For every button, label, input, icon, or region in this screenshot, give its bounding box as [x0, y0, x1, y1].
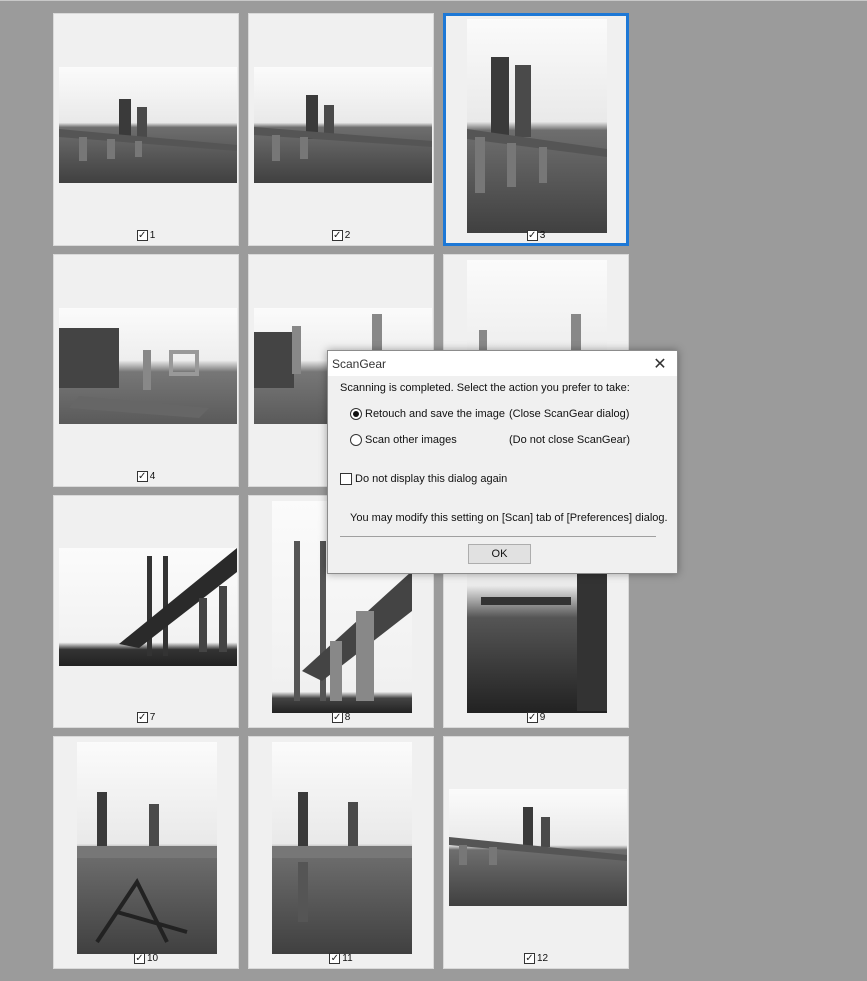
- thumbnail-caption: ✓ 1: [54, 229, 238, 242]
- thumbnail-number: 4: [149, 471, 156, 482]
- scan-thumbnail-11[interactable]: ✓ 11: [248, 736, 434, 969]
- thumbnail-number: 12: [536, 953, 549, 964]
- thumbnail-checkbox[interactable]: ✓: [331, 230, 343, 241]
- thumbnail-number: 9: [539, 712, 546, 723]
- thumbnail-number: 2: [344, 230, 351, 241]
- dialog-title: ScanGear: [332, 356, 387, 371]
- option-note: (Close ScanGear dialog): [509, 408, 630, 420]
- scan-thumbnail-3[interactable]: ✓ 3: [443, 13, 629, 246]
- ok-button[interactable]: OK: [468, 544, 531, 564]
- scan-image-3: [467, 19, 607, 233]
- dialog-titlebar[interactable]: ScanGear ✕: [328, 351, 677, 376]
- thumbnail-number: 10: [146, 953, 159, 964]
- scan-thumbnail-10[interactable]: ✓ 10: [53, 736, 239, 969]
- scan-image-12: [449, 789, 627, 906]
- thumbnail-number: 3: [539, 230, 546, 241]
- thumbnail-checkbox[interactable]: ✓: [329, 953, 341, 964]
- separator: [340, 536, 656, 537]
- info-text: You may modify this setting on [Scan] ta…: [350, 512, 668, 524]
- scangear-dialog: ScanGear ✕ Scanning is completed. Select…: [327, 350, 678, 574]
- thumbnail-caption: ✓ 10: [54, 952, 238, 965]
- thumbnail-number: 8: [344, 712, 351, 723]
- thumbnail-number: 7: [149, 712, 156, 723]
- thumbnail-caption: ✓ 7: [54, 711, 238, 724]
- option-scan-other[interactable]: Scan other images: [350, 434, 457, 446]
- scan-thumbnail-7[interactable]: ✓ 7: [53, 495, 239, 728]
- thumbnail-checkbox[interactable]: ✓: [136, 712, 148, 723]
- scan-image-2: [254, 67, 432, 183]
- thumbnail-caption: ✓ 11: [249, 952, 433, 965]
- thumbnail-number: 11: [342, 953, 353, 964]
- scan-thumbnail-2[interactable]: ✓ 2: [248, 13, 434, 246]
- thumbnail-caption: ✓ 4: [54, 470, 238, 483]
- thumbnail-checkbox[interactable]: ✓: [133, 953, 145, 964]
- scan-thumbnail-12[interactable]: ✓ 12: [443, 736, 629, 969]
- option-label: Scan other images: [365, 434, 457, 446]
- thumbnail-checkbox[interactable]: ✓: [523, 953, 535, 964]
- scan-thumbnail-1[interactable]: ✓ 1: [53, 13, 239, 246]
- dialog-prompt: Scanning is completed. Select the action…: [340, 382, 630, 394]
- radio-button[interactable]: [350, 408, 362, 420]
- thumbnail-number: 1: [149, 230, 156, 241]
- thumbnail-checkbox[interactable]: ✓: [136, 230, 148, 241]
- scan-thumbnail-4[interactable]: ✓ 4: [53, 254, 239, 487]
- thumbnail-caption: ✓ 3: [446, 229, 626, 242]
- option-label: Retouch and save the image: [365, 408, 506, 420]
- scan-image-7: [59, 548, 237, 666]
- thumbnail-caption: ✓ 9: [444, 711, 628, 724]
- scan-image-10: [77, 742, 217, 954]
- scan-image-4: [59, 308, 237, 424]
- thumbnail-caption: ✓ 8: [249, 711, 433, 724]
- thumbnail-checkbox[interactable]: ✓: [526, 230, 538, 241]
- thumbnail-checkbox[interactable]: ✓: [331, 712, 343, 723]
- window-top-edge: [0, 0, 867, 1]
- dont-display-again-checkbox[interactable]: Do not display this dialog again: [340, 473, 507, 485]
- radio-button[interactable]: [350, 434, 362, 446]
- thumbnail-checkbox[interactable]: ✓: [526, 712, 538, 723]
- checkbox[interactable]: [340, 473, 352, 485]
- scan-image-1: [59, 67, 237, 183]
- option-retouch-save[interactable]: Retouch and save the image: [350, 408, 505, 420]
- option-note: (Do not close ScanGear): [509, 434, 631, 446]
- scan-image-11: [272, 742, 412, 954]
- thumbnail-caption: ✓ 12: [444, 952, 628, 965]
- thumbnail-caption: ✓ 2: [249, 229, 433, 242]
- thumbnail-checkbox[interactable]: ✓: [136, 471, 148, 482]
- close-icon[interactable]: ✕: [643, 351, 677, 376]
- checkbox-label: Do not display this dialog again: [355, 473, 508, 485]
